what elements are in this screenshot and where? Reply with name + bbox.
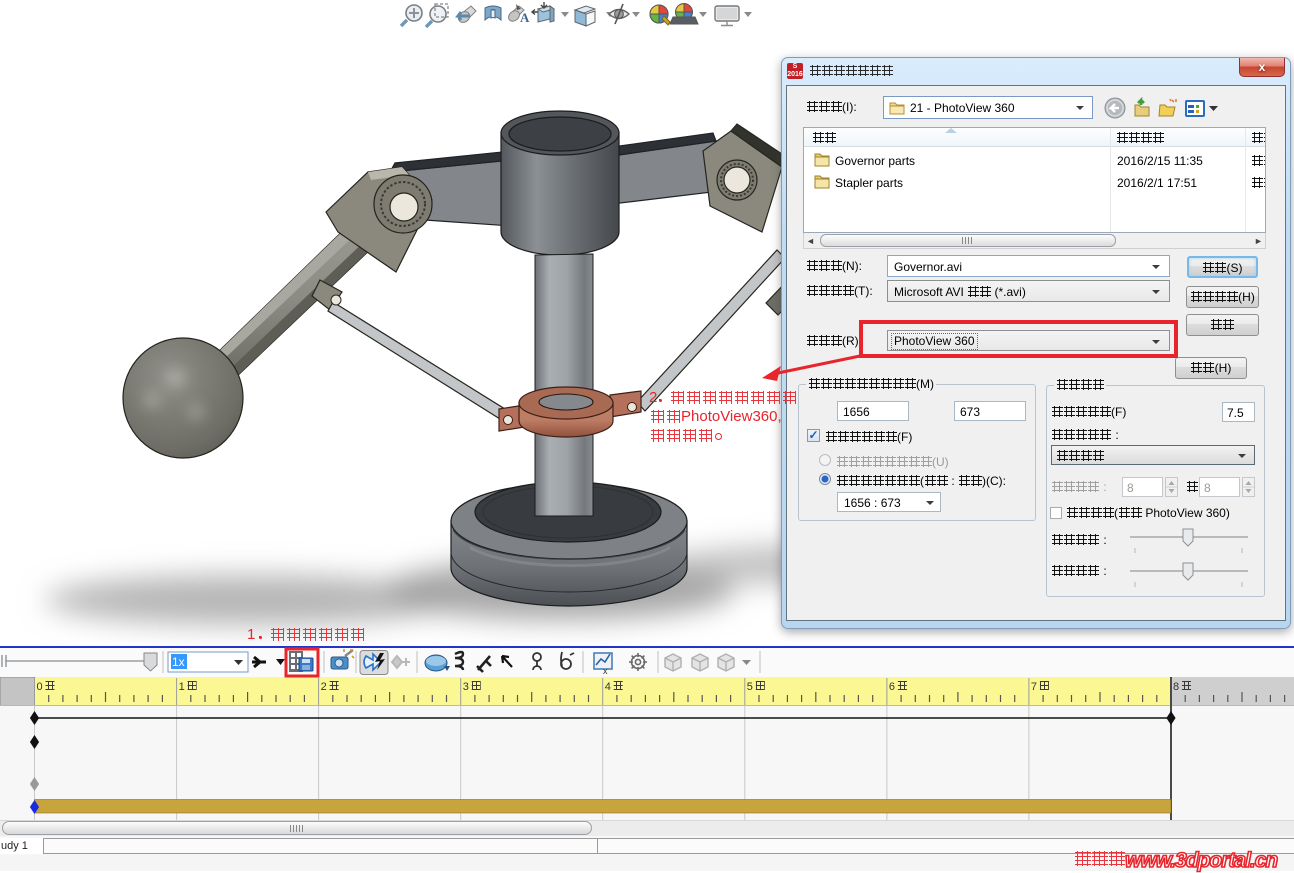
svg-text:1: 1 xyxy=(179,681,185,693)
svg-text:A: A xyxy=(520,10,530,25)
svg-text:4: 4 xyxy=(605,681,611,693)
svg-text:x: x xyxy=(603,666,608,676)
svg-text:0: 0 xyxy=(37,681,43,693)
svg-text:8: 8 xyxy=(1173,681,1179,693)
svg-text:5: 5 xyxy=(747,681,753,693)
svg-text:7: 7 xyxy=(1031,681,1037,693)
svg-text:6: 6 xyxy=(889,681,895,693)
svg-text:2: 2 xyxy=(321,681,327,693)
svg-text:1x: 1x xyxy=(172,655,185,669)
svg-text:3: 3 xyxy=(463,681,469,693)
